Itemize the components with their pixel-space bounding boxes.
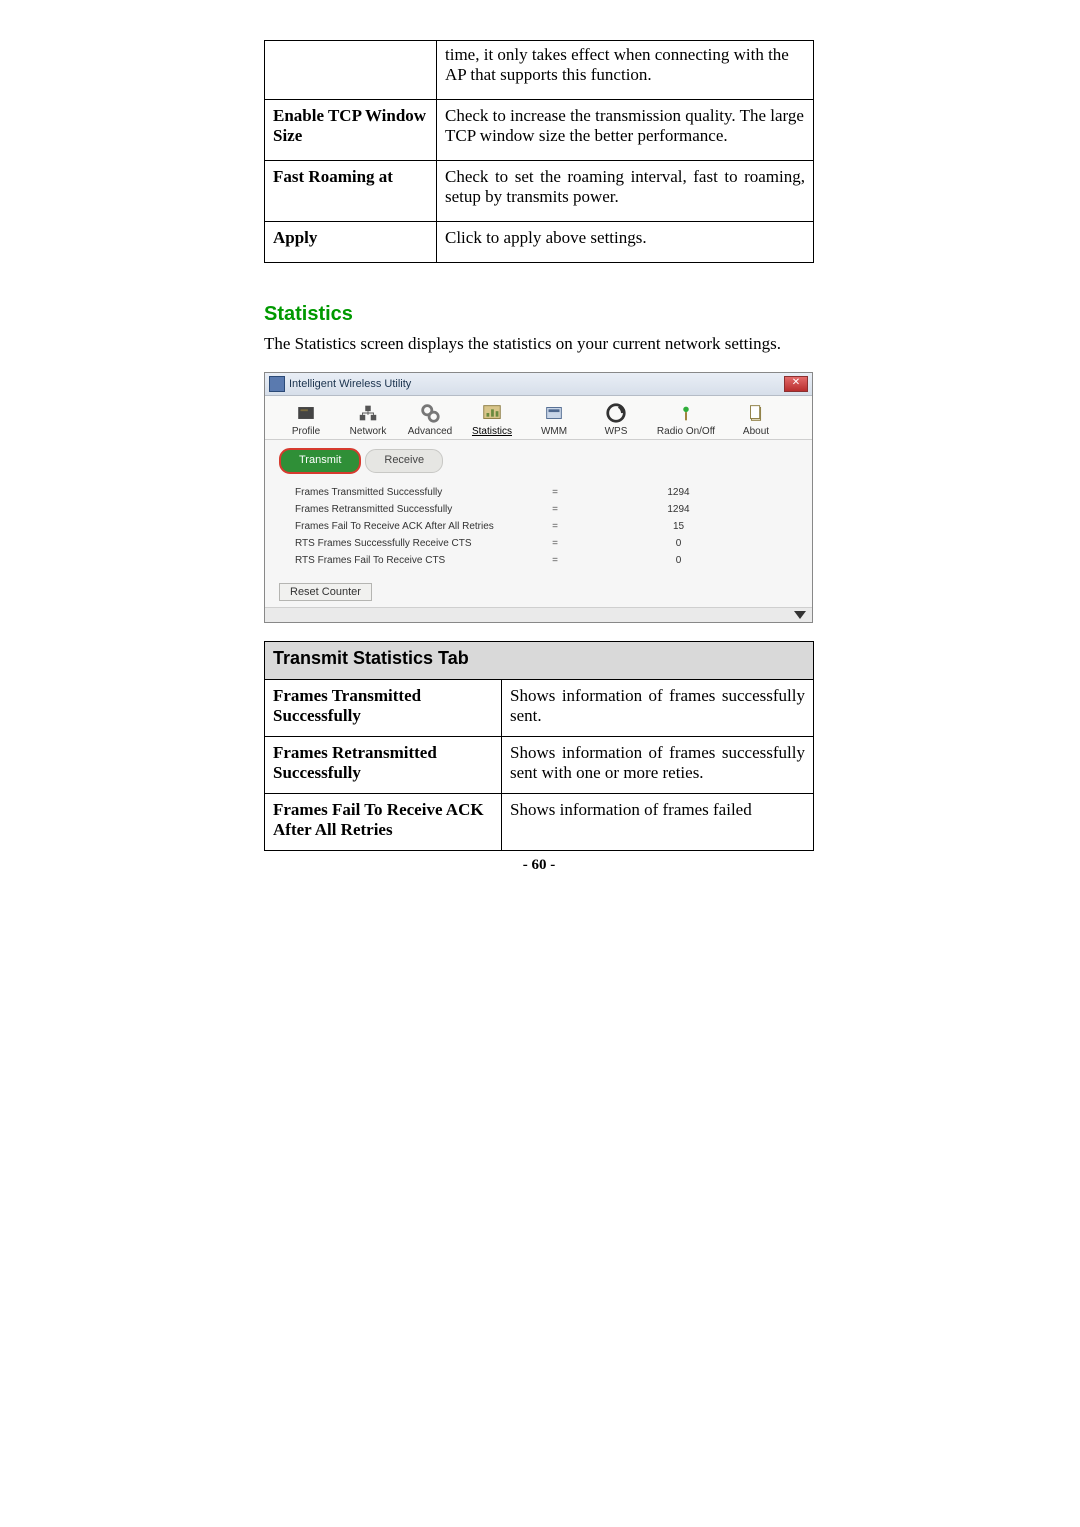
toolbar-label: Advanced	[399, 426, 461, 437]
def-row-desc: time, it only takes effect when connecti…	[437, 41, 814, 100]
stat-label: RTS Frames Fail To Receive CTS	[295, 555, 535, 566]
def-row-desc: Check to increase the transmission quali…	[437, 100, 814, 161]
toolbar-label: WPS	[585, 426, 647, 437]
statistics-icon	[481, 402, 503, 424]
transmit-statistics-table: Transmit Statistics Tab Frames Transmitt…	[264, 641, 814, 851]
stat-value: 0	[575, 538, 782, 549]
about-icon	[745, 402, 767, 424]
stat-row: RTS Frames Successfully Receive CTS = 0	[295, 535, 782, 552]
stat-value: 1294	[575, 504, 782, 515]
toolbar-statistics[interactable]: Statistics	[461, 402, 523, 437]
expand-down-icon[interactable]	[794, 611, 806, 619]
window-footer	[265, 607, 812, 622]
toolbar-label: About	[725, 426, 787, 437]
stat-eq: =	[535, 538, 575, 549]
section-intro: The Statistics screen displays the stati…	[264, 334, 814, 354]
stat-row: Frames Fail To Receive ACK After All Ret…	[295, 518, 782, 535]
stats-row-label: Frames Transmitted Successfully	[265, 680, 502, 737]
stats-row-desc: Shows information of frames successfully…	[502, 680, 814, 737]
stat-label: Frames Transmitted Successfully	[295, 487, 535, 498]
toolbar-advanced[interactable]: Advanced	[399, 402, 461, 437]
toolbar-network[interactable]: Network	[337, 402, 399, 437]
stat-row: Frames Retransmitted Successfully = 1294	[295, 501, 782, 518]
advanced-icon	[419, 402, 441, 424]
stat-label: Frames Retransmitted Successfully	[295, 504, 535, 515]
toolbar-label: Radio On/Off	[647, 426, 725, 437]
stat-label: RTS Frames Successfully Receive CTS	[295, 538, 535, 549]
stat-label: Frames Fail To Receive ACK After All Ret…	[295, 521, 535, 532]
window-titlebar: Intelligent Wireless Utility ✕	[265, 373, 812, 396]
stat-value: 0	[575, 555, 782, 566]
toolbar-wps[interactable]: WPS	[585, 402, 647, 437]
statistics-body: Frames Transmitted Successfully = 1294 F…	[265, 474, 812, 573]
def-row-label	[265, 41, 437, 100]
network-icon	[357, 402, 379, 424]
tab-receive[interactable]: Receive	[365, 449, 443, 473]
def-row-desc: Click to apply above settings.	[437, 222, 814, 263]
def-row-desc: Check to set the roaming interval, fast …	[437, 161, 814, 222]
stat-value: 1294	[575, 487, 782, 498]
toolbar-label: WMM	[523, 426, 585, 437]
stat-eq: =	[535, 521, 575, 532]
tab-transmit[interactable]: Transmit	[279, 448, 361, 474]
def-row-label: Apply	[265, 222, 437, 263]
stats-row-desc: Shows information of frames failed	[502, 794, 814, 851]
profile-icon	[295, 402, 317, 424]
stat-row: Frames Transmitted Successfully = 1294	[295, 484, 782, 501]
radio-icon	[675, 402, 697, 424]
toolbar-about[interactable]: About	[725, 402, 787, 437]
wps-icon	[605, 402, 627, 424]
stat-eq: =	[535, 487, 575, 498]
wmm-icon	[543, 402, 565, 424]
def-row-label: Fast Roaming at	[265, 161, 437, 222]
window-controls: ✕	[784, 376, 808, 392]
stat-value: 15	[575, 521, 782, 532]
stat-eq: =	[535, 504, 575, 515]
stat-row: RTS Frames Fail To Receive CTS = 0	[295, 552, 782, 569]
toolbar-radio[interactable]: Radio On/Off	[647, 402, 725, 437]
toolbar-label: Statistics	[461, 426, 523, 437]
statistics-subtabs: Transmit Receive	[265, 448, 812, 474]
statistics-app-window: Intelligent Wireless Utility ✕ Profile	[264, 372, 813, 623]
settings-definition-table: time, it only takes effect when connecti…	[264, 40, 814, 263]
stats-row-label: Frames Retransmitted Successfully	[265, 737, 502, 794]
section-heading-statistics: Statistics	[264, 303, 814, 326]
stats-row-label: Frames Fail To Receive ACK After All Ret…	[265, 794, 502, 851]
page-number: - 60 -	[264, 857, 814, 874]
window-close-button[interactable]: ✕	[784, 376, 808, 392]
toolbar-label: Profile	[275, 426, 337, 437]
reset-counter-button[interactable]: Reset Counter	[279, 583, 372, 601]
toolbar-wmm[interactable]: WMM	[523, 402, 585, 437]
stats-row-desc: Shows information of frames successfully…	[502, 737, 814, 794]
toolbar-profile[interactable]: Profile	[275, 402, 337, 437]
toolbar-label: Network	[337, 426, 399, 437]
app-icon	[269, 376, 285, 392]
window-title: Intelligent Wireless Utility	[289, 378, 411, 390]
def-row-label: Enable TCP Window Size	[265, 100, 437, 161]
main-toolbar: Profile Network Advanced	[265, 396, 812, 440]
stat-eq: =	[535, 555, 575, 566]
stats-table-header: Transmit Statistics Tab	[265, 642, 814, 680]
